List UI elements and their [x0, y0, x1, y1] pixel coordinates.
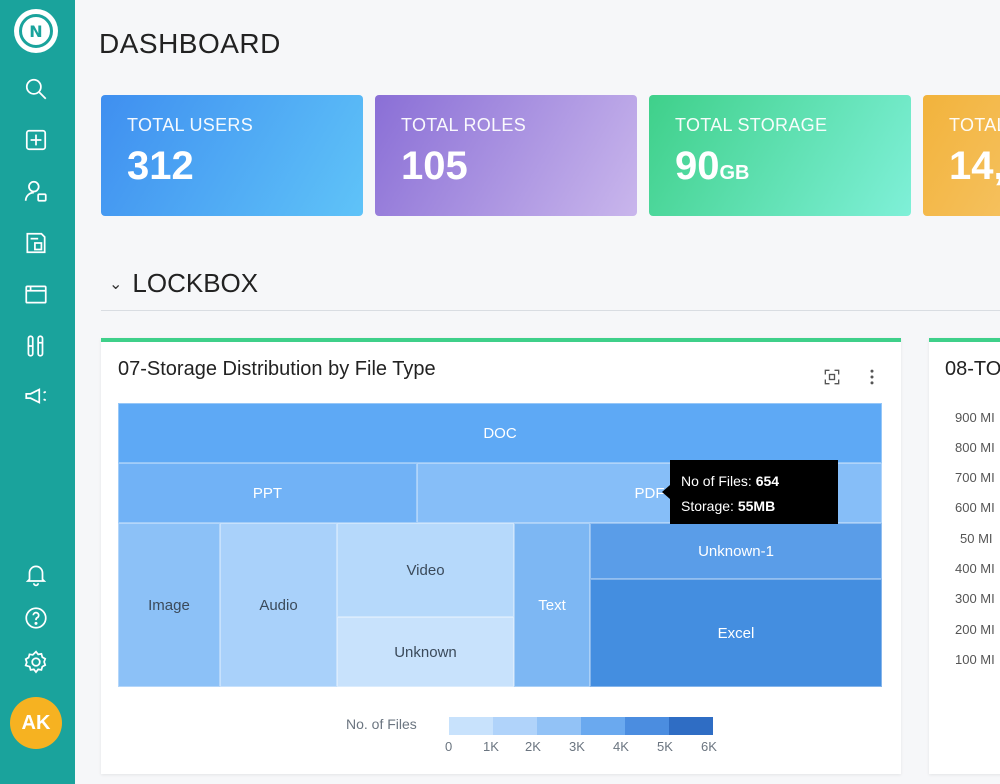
y-axis-tick: 700 MI: [955, 470, 995, 485]
chevron-down-icon[interactable]: ⌄: [109, 274, 122, 294]
widget-title: 07-Storage Distribution by File Type: [118, 358, 436, 380]
stat-value: 105: [401, 144, 468, 188]
legend-tick: 0: [445, 739, 453, 754]
legend-swatch: [625, 717, 669, 735]
sidebar: N AK: [0, 0, 75, 784]
megaphone-icon[interactable]: [22, 382, 50, 410]
treemap-tooltip: No of Files: 654 Storage: 55MB: [662, 460, 838, 524]
y-axis-tick: 300 MI: [955, 591, 995, 606]
tooltip-files-row: No of Files: 654: [681, 473, 780, 489]
search-icon[interactable]: [22, 75, 50, 103]
expand-icon[interactable]: [821, 366, 843, 388]
stat-value: 14,: [949, 144, 1000, 188]
treemap-chart: DOC PPT PDF Image Audio Video Unknown Te…: [118, 403, 882, 687]
legend-swatch: [493, 717, 537, 735]
add-square-icon[interactable]: [22, 126, 50, 154]
logo-letter: N: [19, 14, 53, 48]
legend-tick: 3K: [569, 739, 585, 754]
treemap-cell-excel[interactable]: Excel: [590, 579, 882, 687]
stat-card-total-storage[interactable]: TOTAL STORAGE 90GB: [649, 95, 911, 216]
treemap-cell-unknown-1[interactable]: Unknown-1: [590, 523, 882, 579]
y-axis-tick: 900 MI: [955, 410, 995, 425]
stat-value: 312: [127, 144, 194, 188]
treemap-cell-doc[interactable]: DOC: [118, 403, 882, 463]
section-header-lockbox[interactable]: ⌄ LOCKBOX: [109, 268, 258, 299]
treemap-cell-audio[interactable]: Audio: [220, 523, 337, 687]
legend-tick: 5K: [657, 739, 673, 754]
treemap-cell-text[interactable]: Text: [514, 523, 590, 687]
section-title: LOCKBOX: [132, 268, 259, 298]
stat-label: TOTAL ROLES: [401, 115, 527, 135]
treemap-cell-ppt[interactable]: PPT: [118, 463, 417, 523]
id-card-icon[interactable]: [22, 229, 50, 257]
y-axis-tick: 100 MI: [955, 652, 995, 667]
y-axis-tick: 600 MI: [955, 500, 995, 515]
legend-swatch: [669, 717, 713, 735]
tools-icon[interactable]: [22, 332, 50, 360]
stat-value: 90GB: [675, 144, 750, 188]
widget-title: 08-TO: [945, 358, 1000, 380]
legend-swatch: [581, 717, 625, 735]
app-logo[interactable]: N: [14, 9, 58, 53]
stat-label: TOTAL USERS: [127, 115, 253, 135]
legend-tick: 2K: [525, 739, 541, 754]
legend-tick: 4K: [613, 739, 629, 754]
y-axis-tick: 400 MI: [955, 561, 995, 576]
legend-title: No. of Files: [346, 716, 417, 732]
treemap-cell-video[interactable]: Video: [337, 523, 514, 617]
treemap-cell-unknown[interactable]: Unknown: [337, 617, 514, 687]
legend-swatch: [537, 717, 581, 735]
stat-label: TOTAL: [949, 115, 1000, 135]
folder-icon[interactable]: [22, 280, 50, 308]
y-axis-tick: 200 MI: [955, 622, 995, 637]
legend-ticks: 0 1K 2K 3K 4K 5K 6K: [445, 739, 725, 755]
user-avatar[interactable]: AK: [10, 697, 62, 749]
stat-card-total-roles[interactable]: TOTAL ROLES 105: [375, 95, 637, 216]
legend-tick: 6K: [701, 739, 717, 754]
stat-card-total-users[interactable]: TOTAL USERS 312: [101, 95, 363, 216]
settings-icon[interactable]: [22, 648, 50, 676]
help-icon[interactable]: [22, 604, 50, 632]
legend-tick: 1K: [483, 739, 499, 754]
tooltip-storage-row: Storage: 55MB: [681, 498, 776, 514]
stat-label: TOTAL STORAGE: [675, 115, 828, 135]
bell-icon[interactable]: [22, 560, 50, 588]
page-title: DASHBOARD: [99, 28, 281, 59]
stat-card-total-4[interactable]: TOTAL 14,: [923, 95, 1000, 216]
main-content: DASHBOARD TOTAL USERS 312 TOTAL ROLES 10…: [75, 0, 1000, 784]
divider: [101, 310, 1000, 311]
widget-08: 08-TO 900 MI 800 MI 700 MI 600 MI 50 MI …: [929, 338, 1000, 774]
y-axis-tick: 50 MI: [960, 531, 993, 546]
color-legend-bar: [449, 717, 713, 735]
widget-storage-distribution: 07-Storage Distribution by File Type DOC…: [101, 338, 901, 774]
y-axis-tick: 800 MI: [955, 440, 995, 455]
more-options-icon[interactable]: [861, 366, 883, 388]
user-settings-icon[interactable]: [22, 177, 50, 205]
treemap-cell-image[interactable]: Image: [118, 523, 220, 687]
legend-swatch: [449, 717, 493, 735]
